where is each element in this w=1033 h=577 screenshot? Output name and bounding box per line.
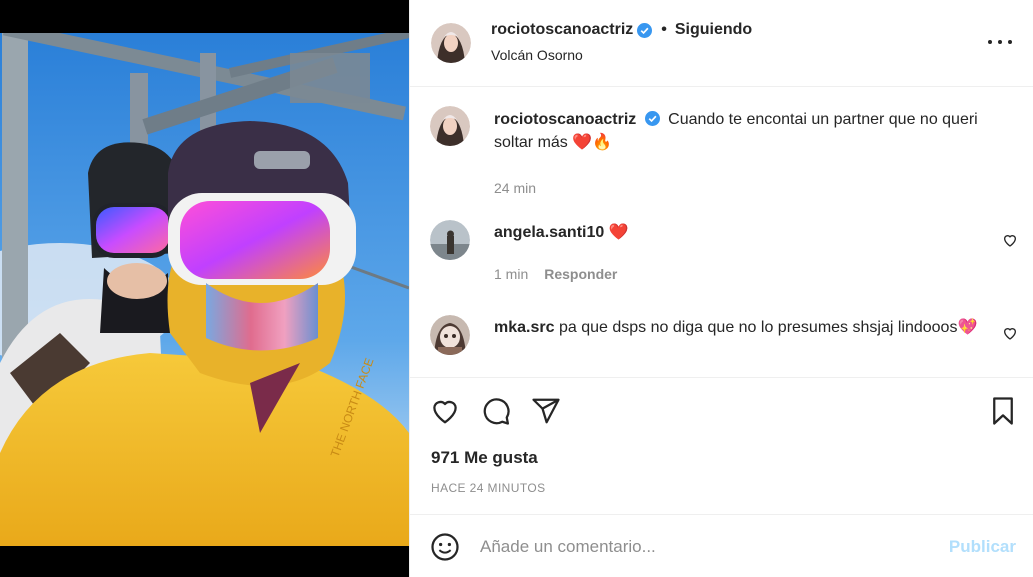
action-bar (410, 388, 1033, 432)
reply-button[interactable]: Responder (544, 266, 617, 282)
author-avatar-image (431, 23, 471, 63)
bookmark-icon[interactable] (988, 396, 1018, 426)
commenter-avatar[interactable] (430, 315, 470, 355)
following-button[interactable]: Siguiendo (675, 21, 752, 39)
post-photo[interactable]: THE NORTH FACE (0, 33, 409, 546)
post-timestamp[interactable]: HACE 24 MINUTOS (431, 481, 545, 495)
comment-like-heart-icon[interactable] (1002, 232, 1018, 248)
commenter-username[interactable]: angela.santi10 (494, 224, 604, 241)
comment-emoji: 💖 (957, 319, 978, 336)
heart-icon[interactable] (430, 396, 460, 426)
comment-text-block: angela.santi10 ❤️ (494, 221, 994, 244)
caption-time[interactable]: 24 min (494, 180, 536, 196)
caption-avatar-image (430, 106, 470, 146)
comment-input[interactable] (480, 533, 920, 561)
caption-text-block: rociotoscanoactriz Cuando te encontai un… (494, 108, 994, 154)
comments-section: rociotoscanoactriz Cuando te encontai un… (410, 88, 1033, 378)
comment-emoji: ❤️ (608, 224, 629, 241)
comment-text-block: mka.src pa que dsps no diga que no lo pr… (494, 316, 994, 339)
separator-dot: • (661, 21, 667, 38)
comment-icon[interactable] (481, 396, 511, 426)
more-dot (1008, 40, 1012, 44)
emoji-icon[interactable] (430, 532, 460, 562)
more-options-icon[interactable] (988, 30, 1012, 54)
more-dot (988, 40, 992, 44)
commenter-username[interactable]: mka.src (494, 319, 555, 336)
commenter-avatar[interactable] (430, 220, 470, 260)
comment-text: pa que dsps no diga que no lo presumes s… (558, 319, 958, 336)
post-side-panel: rociotoscanoactriz • Siguiendo Volcán Os… (409, 0, 1033, 577)
more-dot (998, 40, 1002, 44)
author-avatar[interactable] (431, 23, 471, 63)
ski-lift-selfie-image: THE NORTH FACE (0, 33, 409, 546)
add-comment-bar: Publicar (410, 514, 1033, 577)
share-icon[interactable] (531, 396, 561, 426)
photo-panel: THE NORTH FACE (0, 0, 409, 577)
caption-meta: 24 min (494, 180, 536, 196)
header-user-line: rociotoscanoactriz • Siguiendo (491, 21, 752, 39)
verified-badge-icon (644, 111, 660, 126)
post-header: rociotoscanoactriz • Siguiendo Volcán Os… (410, 0, 1033, 87)
author-username[interactable]: rociotoscanoactriz (491, 21, 633, 39)
caption-avatar[interactable] (430, 106, 470, 146)
publish-button[interactable]: Publicar (949, 537, 1016, 557)
comment-time[interactable]: 1 min (494, 266, 528, 282)
verified-badge-icon (637, 22, 653, 38)
comment-meta: 1 min Responder (494, 266, 617, 282)
post-location[interactable]: Volcán Osorno (491, 47, 583, 63)
caption-username[interactable]: rociotoscanoactriz (494, 111, 636, 128)
caption-emoji: ❤️🔥 (572, 134, 613, 151)
likes-count[interactable]: 971 Me gusta (431, 448, 538, 468)
commenter-avatar-image (430, 315, 470, 355)
comment-like-heart-icon[interactable] (1002, 325, 1018, 341)
commenter-avatar-image (430, 220, 470, 260)
